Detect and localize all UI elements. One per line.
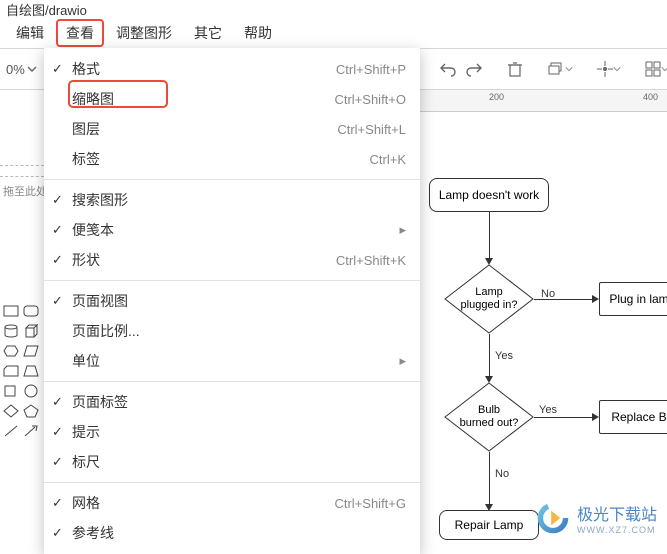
dd-grid[interactable]: ✓网格Ctrl+Shift+G [44, 488, 420, 518]
grid-icon[interactable] [645, 55, 667, 83]
shapes-palette [0, 300, 46, 442]
node-start[interactable]: Lamp doesn't work [429, 178, 549, 212]
dd-page-scale[interactable]: 页面比例... [44, 316, 420, 346]
shape-parallelogram[interactable] [22, 342, 40, 360]
drag-hint: 拖至此处 [3, 183, 47, 199]
dd-ruler[interactable]: ✓标尺 [44, 447, 420, 477]
dd-page-view[interactable]: ✓页面视图 [44, 286, 420, 316]
canvas[interactable]: Lamp doesn't work Lamp plugged in? No Pl… [419, 112, 667, 546]
undo-icon[interactable] [439, 55, 457, 83]
redo-icon[interactable] [465, 55, 483, 83]
menu-adjust-shapes[interactable]: 调整图形 [106, 19, 182, 47]
watermark: 极光下载站 WWW.XZ7.COM [535, 500, 657, 536]
shape-roundrect[interactable] [22, 302, 40, 320]
label-yes2: Yes [539, 404, 557, 416]
label-no2: No [495, 468, 509, 480]
menu-view[interactable]: 查看 [56, 19, 104, 47]
dd-tags[interactable]: 标签Ctrl+K [44, 144, 420, 174]
dd-shapes[interactable]: ✓形状Ctrl+Shift+K [44, 245, 420, 275]
node-replace-bulb[interactable]: Replace B [599, 400, 667, 434]
shape-line[interactable] [2, 422, 20, 440]
dd-tooltips[interactable]: ✓提示 [44, 417, 420, 447]
shape-pentagon[interactable] [22, 402, 40, 420]
dd-format[interactable]: ✓格式Ctrl+Shift+P [44, 54, 420, 84]
app-title: 自绘图/drawio [0, 0, 667, 18]
shape-hexagon[interactable] [2, 342, 20, 360]
view-dropdown: ✓格式Ctrl+Shift+P 缩略图Ctrl+Shift+O 图层Ctrl+S… [44, 48, 420, 554]
shape-cube[interactable] [22, 322, 40, 340]
menu-help[interactable]: 帮助 [234, 19, 282, 47]
horizontal-ruler: 200 400 [419, 90, 667, 112]
shape-rect[interactable] [2, 302, 20, 320]
node-decision-plugged[interactable]: Lamp plugged in? [444, 264, 534, 334]
node-decision-bulb[interactable]: Bulb burned out? [444, 382, 534, 452]
shape-square[interactable] [2, 382, 20, 400]
menubar: 编辑 查看 调整图形 其它 帮助 [0, 18, 667, 48]
shape-circle[interactable] [22, 382, 40, 400]
zoom-select[interactable]: 0% [6, 62, 37, 77]
shape-card[interactable] [2, 362, 20, 380]
menu-edit[interactable]: 编辑 [6, 19, 54, 47]
shape-arrow[interactable] [22, 422, 40, 440]
dd-page-tabs[interactable]: ✓页面标签 [44, 387, 420, 417]
watermark-icon [535, 500, 571, 536]
node-plug-in[interactable]: Plug in lam [599, 282, 667, 316]
dd-guides[interactable]: ✓参考线 [44, 518, 420, 548]
zoom-label: 0% [6, 62, 25, 77]
node-repair[interactable]: Repair Lamp [439, 510, 539, 540]
delete-icon[interactable] [507, 55, 523, 83]
menu-other[interactable]: 其它 [184, 19, 232, 47]
dd-outline[interactable]: 缩略图Ctrl+Shift+O [44, 84, 420, 114]
dd-units[interactable]: 单位▸ [44, 346, 420, 376]
dd-layers[interactable]: 图层Ctrl+Shift+L [44, 114, 420, 144]
dd-search-shapes[interactable]: ✓搜索图形 [44, 185, 420, 215]
dd-scratchpad[interactable]: ✓便笺本▸ [44, 215, 420, 245]
shape-diamond[interactable] [2, 402, 20, 420]
shape-trapezoid[interactable] [22, 362, 40, 380]
waypoint-icon[interactable] [597, 55, 621, 83]
label-yes: Yes [495, 350, 513, 362]
layers-icon[interactable] [547, 55, 573, 83]
shape-cylinder[interactable] [2, 322, 20, 340]
